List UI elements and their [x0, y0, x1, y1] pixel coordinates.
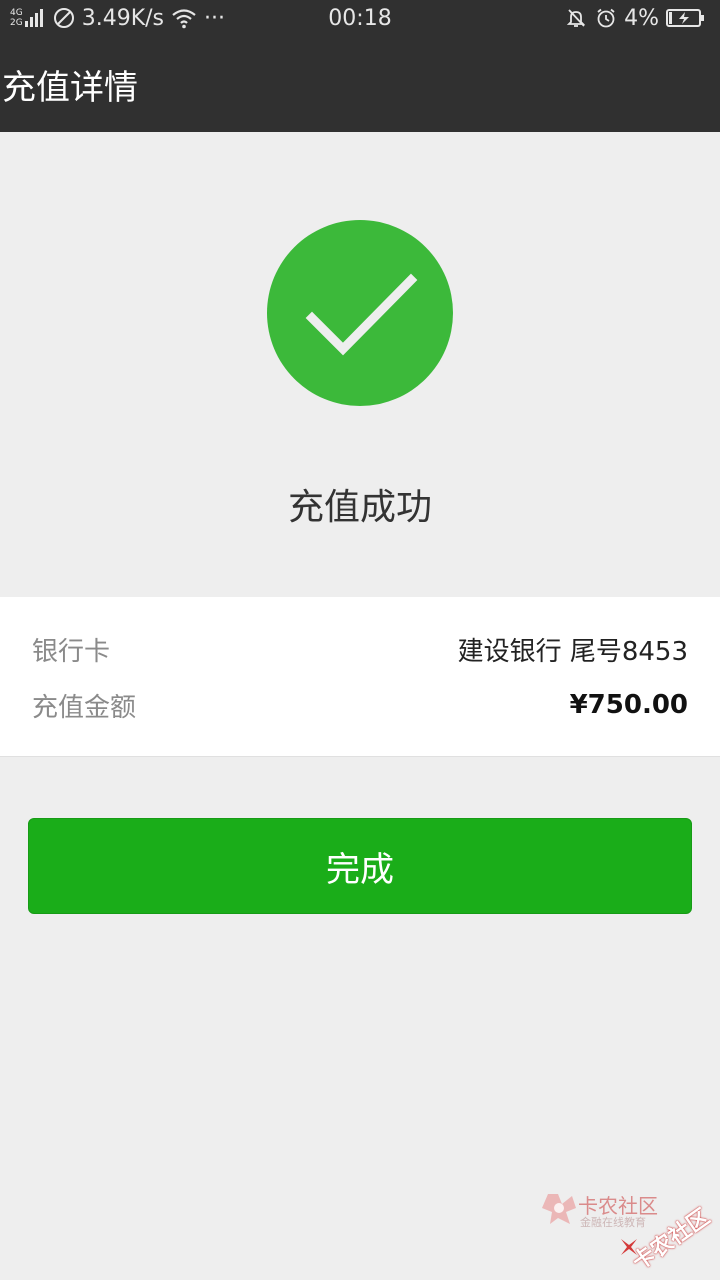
battery-percent: 4%	[624, 5, 659, 31]
network-type-bottom: 2G	[10, 18, 23, 28]
app-header: 充值详情	[0, 36, 720, 132]
clock: 00:18	[328, 5, 392, 31]
network-type: 4G 2G	[10, 8, 23, 28]
wifi-icon	[171, 7, 197, 29]
status-right: 4%	[561, 0, 710, 36]
battery-charging-icon	[666, 8, 706, 28]
details-card: 银行卡 建设银行 尾号8453 充值金额 ¥750.00	[0, 597, 720, 757]
page-title: 充值详情	[2, 67, 138, 108]
result-title: 充值成功	[287, 487, 432, 528]
no-sim-icon	[53, 7, 75, 29]
alarm-icon	[595, 7, 617, 29]
check-circle-icon	[267, 220, 453, 406]
detail-row-bank-card: 银行卡 建设银行 尾号8453	[32, 629, 688, 669]
network-type-top: 4G	[10, 8, 23, 18]
status-bar: 4G 2G 3.49K/s ··· 00:18 4%	[0, 0, 720, 36]
detail-label: 银行卡	[32, 636, 111, 667]
done-button[interactable]: 完成	[28, 818, 692, 914]
bell-muted-icon	[565, 7, 587, 29]
watermark-logo-icon	[542, 1194, 576, 1224]
watermark: 卡农社区 金融在线教育 卡农社区	[540, 1188, 716, 1276]
watermark-tagline: 金融在线教育	[580, 1216, 646, 1229]
more-indicator: ···	[204, 5, 225, 31]
detail-value: 建设银行 尾号8453	[457, 636, 688, 667]
detail-row-amount: 充值金额 ¥750.00	[32, 685, 688, 725]
status-left: 4G 2G 3.49K/s ···	[10, 0, 228, 36]
network-speed: 3.49K/s	[81, 5, 164, 31]
detail-label: 充值金额	[32, 692, 137, 723]
detail-value-amount: ¥750.00	[569, 690, 688, 720]
signal-icon	[24, 9, 43, 27]
